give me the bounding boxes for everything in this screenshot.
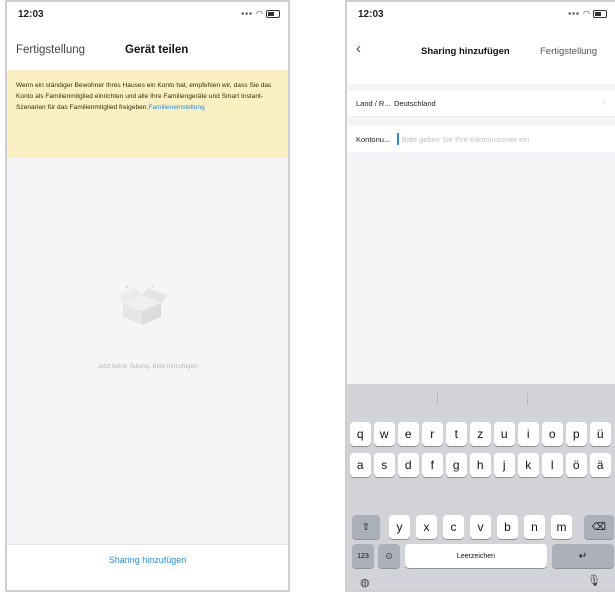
space-key[interactable]: Leerzeichen xyxy=(405,544,547,568)
account-number-input[interactable]: Bitte geben Sie Ihre Kontonummer ein xyxy=(402,135,529,144)
key-ü[interactable]: ü xyxy=(590,422,611,446)
battery-icon xyxy=(593,9,607,18)
key-g[interactable]: g xyxy=(446,453,467,477)
empty-state-text: Jetzt keine Teilung. Bitte hinzufügen xyxy=(97,363,198,370)
done-button[interactable]: Fertigstellung xyxy=(540,46,597,57)
key-q[interactable]: q xyxy=(350,422,371,446)
signal-wifi-icon: ▪▪▪ ◠ xyxy=(241,9,264,18)
key-x[interactable]: x xyxy=(416,515,437,539)
emoji-key[interactable]: ☺ xyxy=(378,544,400,568)
key-t[interactable]: t xyxy=(446,422,467,446)
key-v[interactable]: v xyxy=(470,515,491,539)
chevron-right-icon: › xyxy=(602,97,605,107)
family-settings-link[interactable]: Familieneinstellung xyxy=(148,104,204,111)
key-y[interactable]: y xyxy=(389,515,410,539)
suggestion-divider xyxy=(527,393,528,405)
status-time: 12:03 xyxy=(18,9,44,20)
country-label: Land / R... xyxy=(356,99,391,108)
key-z[interactable]: z xyxy=(470,422,491,446)
key-u[interactable]: u xyxy=(494,422,515,446)
microphone-icon[interactable]: 🎙 xyxy=(587,574,601,587)
key-e[interactable]: e xyxy=(398,422,419,446)
key-ö[interactable]: ö xyxy=(566,453,587,477)
country-region-row[interactable]: Land / R... Deutschland › xyxy=(347,90,615,117)
add-sharing-button[interactable]: Sharing hinzufügen xyxy=(7,555,288,565)
keyboard-suggestion-bar xyxy=(347,384,615,414)
back-chevron-icon[interactable]: ‹ xyxy=(356,40,361,57)
page-title: Sharing hinzufügen xyxy=(421,46,510,57)
family-notice-banner: Wenn ein ständiger Bewohner Ihres Hauses… xyxy=(7,70,288,158)
key-s[interactable]: s xyxy=(374,453,395,477)
status-time: 12:03 xyxy=(358,9,384,20)
key-a[interactable]: a xyxy=(350,453,371,477)
key-c[interactable]: c xyxy=(443,515,464,539)
navigation-bar: Fertigstellung Gerät teilen xyxy=(7,42,288,62)
key-r[interactable]: r xyxy=(422,422,443,446)
key-w[interactable]: w xyxy=(374,422,395,446)
key-k[interactable]: k xyxy=(518,453,539,477)
on-screen-keyboard: qwertzuiopü asdfghjklöä yxcvbnm ⇧ ⌫ 123 … xyxy=(347,384,615,590)
navigation-bar: ‹ Sharing hinzufügen Fertigstellung xyxy=(347,40,615,62)
key-p[interactable]: p xyxy=(566,422,587,446)
numbers-key[interactable]: 123 xyxy=(352,544,374,568)
status-bar: 12:03 ▪▪▪ ◠ xyxy=(7,2,288,28)
battery-icon xyxy=(266,9,280,18)
key-i[interactable]: i xyxy=(518,422,539,446)
page-title: Gerät teilen xyxy=(125,44,189,56)
suggestion-divider xyxy=(437,393,438,405)
backspace-key[interactable]: ⌫ xyxy=(584,515,614,539)
bottom-action-bar: Sharing hinzufügen xyxy=(7,544,288,590)
notice-text: Wenn ein ständiger Bewohner Ihres Hauses… xyxy=(16,82,272,111)
key-n[interactable]: n xyxy=(524,515,545,539)
key-h[interactable]: h xyxy=(470,453,491,477)
empty-content-area xyxy=(7,158,288,590)
key-ä[interactable]: ä xyxy=(590,453,611,477)
status-icons: ▪▪▪ ◠ xyxy=(568,9,607,18)
key-f[interactable]: f xyxy=(422,453,443,477)
signal-wifi-icon: ▪▪▪ ◠ xyxy=(568,9,591,18)
phone-add-sharing-screen: 12:03 ▪▪▪ ◠ ‹ Sharing hinzufügen Fertigs… xyxy=(345,0,615,592)
completion-back-button[interactable]: Fertigstellung xyxy=(16,44,85,56)
key-j[interactable]: j xyxy=(494,453,515,477)
key-l[interactable]: l xyxy=(542,453,563,477)
globe-icon[interactable]: ◍ xyxy=(360,576,370,589)
key-o[interactable]: o xyxy=(542,422,563,446)
shift-key[interactable]: ⇧ xyxy=(352,515,380,539)
open-box-icon xyxy=(117,285,167,325)
key-m[interactable]: m xyxy=(551,515,572,539)
account-number-row: Kontonu... Bitte geben Sie Ihre Kontonum… xyxy=(347,126,615,152)
account-label: Kontonu... xyxy=(356,135,391,144)
key-b[interactable]: b xyxy=(497,515,518,539)
return-key[interactable]: ↵ xyxy=(552,544,614,568)
status-icons: ▪▪▪ ◠ xyxy=(241,9,280,18)
phone-share-device-screen: 12:03 ▪▪▪ ◠ Fertigstellung Gerät teilen … xyxy=(5,0,290,592)
status-bar: 12:03 ▪▪▪ ◠ xyxy=(347,2,615,28)
country-value: Deutschland xyxy=(394,99,436,108)
key-d[interactable]: d xyxy=(398,453,419,477)
text-cursor xyxy=(397,133,399,145)
